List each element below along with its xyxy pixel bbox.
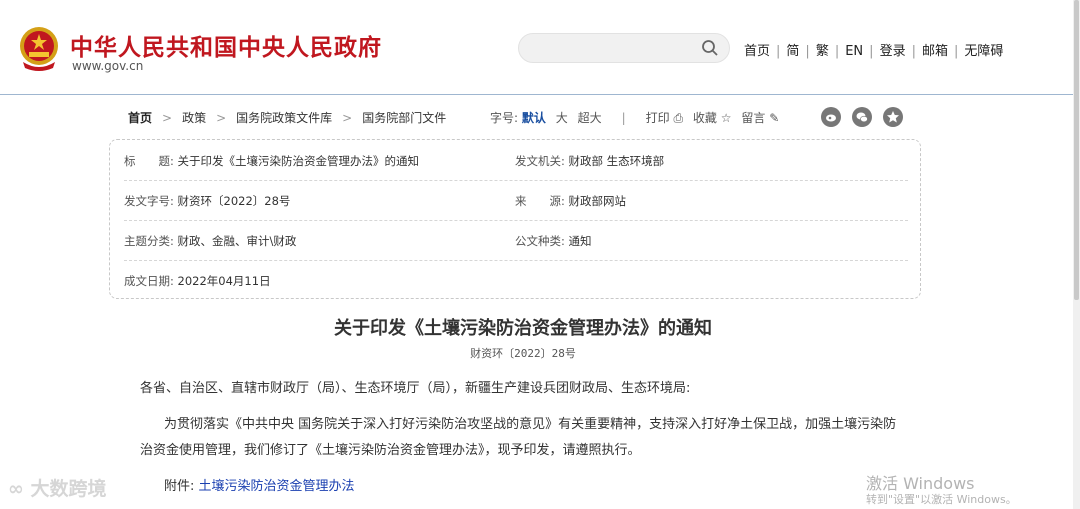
- pencil-icon[interactable]: ✎: [769, 111, 779, 125]
- attachment-link[interactable]: 土壤污染防治资金管理办法: [199, 479, 355, 494]
- info-issuer-value: 财政部 生态环境部: [568, 154, 665, 168]
- info-date-value: 2022年04月11日: [177, 274, 271, 288]
- star-outline-icon[interactable]: ☆: [721, 111, 732, 125]
- breadcrumb-policy[interactable]: 政策: [182, 111, 206, 125]
- info-title-row: 标 题: 关于印发《土壤污染防治资金管理办法》的通知: [124, 153, 419, 169]
- print-icon[interactable]: ⎙: [673, 111, 683, 125]
- info-divider: [124, 260, 908, 261]
- info-source-label: 来 源:: [515, 194, 565, 208]
- info-type-value: 通知: [568, 234, 592, 248]
- info-type-row: 公文种类: 通知: [515, 233, 592, 249]
- font-large-button[interactable]: 大: [556, 111, 568, 125]
- watermark-logo: ∞ 大数跨境: [8, 474, 106, 501]
- comment-button[interactable]: 留言: [741, 111, 765, 125]
- info-topic-value: 财政、金融、审计\财政: [177, 234, 297, 248]
- document-info-box: 标 题: 关于印发《土壤污染防治资金管理办法》的通知 发文机关: 财政部 生态环…: [109, 139, 921, 299]
- font-size-label: 字号:: [490, 111, 519, 125]
- nav-traditional[interactable]: 繁: [816, 44, 829, 59]
- windows-activation-subtitle: 转到"设置"以激活 Windows。: [866, 493, 1017, 506]
- breadcrumb: 首页 > 政策 > 国务院政策文件库 > 国务院部门文件: [128, 111, 447, 125]
- search-icon[interactable]: [701, 39, 719, 57]
- document-recipients: 各省、自治区、直辖市财政厅（局）、生态环境厅（局），新疆生产建设兵团财政局、生态…: [140, 381, 691, 396]
- info-title-value: 关于印发《土壤污染防治资金管理办法》的通知: [177, 154, 420, 168]
- print-button[interactable]: 打印: [646, 111, 670, 125]
- info-source-value: 财政部网站: [568, 194, 627, 208]
- info-docno-value: 财资环〔2022〕28号: [177, 194, 291, 208]
- font-xlarge-button[interactable]: 超大: [578, 111, 602, 125]
- info-date-label: 成文日期:: [124, 274, 174, 288]
- info-docno-row: 发文字号: 财资环〔2022〕28号: [124, 193, 290, 209]
- document-title: 关于印发《土壤污染防治资金管理办法》的通知: [334, 318, 712, 339]
- info-topic-row: 主题分类: 财政、金融、审计\财政: [124, 233, 296, 249]
- search-input[interactable]: [518, 33, 730, 63]
- watermark-bird-icon: ∞: [8, 478, 24, 500]
- national-emblem-icon[interactable]: [17, 26, 61, 72]
- weibo-share-icon[interactable]: [821, 107, 841, 127]
- document-number: 财资环〔2022〕28号: [470, 347, 576, 360]
- attachment-label: 附件:: [164, 479, 195, 494]
- document-body-line-1: 为贯彻落实《中共中央 国务院关于深入打好污染防治攻坚战的意见》有关重要精神，支持…: [164, 417, 897, 432]
- breadcrumb-home[interactable]: 首页: [128, 111, 152, 125]
- info-issuer-label: 发文机关:: [515, 154, 565, 168]
- favorites-share-icon[interactable]: [883, 107, 903, 127]
- site-header: 中华人民共和国中央人民政府 www.gov.cn 首页 | 简 | 繁 | EN | 登录 | 邮箱…: [0, 0, 1080, 94]
- nav-home[interactable]: 首页: [744, 44, 770, 59]
- site-title[interactable]: 中华人民共和国中央人民政府: [70, 28, 382, 62]
- info-docno-label: 发文字号:: [124, 194, 174, 208]
- nav-mail[interactable]: 邮箱: [922, 44, 948, 59]
- scrollbar-thumb[interactable]: [1074, 0, 1079, 300]
- info-type-label: 公文种类:: [515, 234, 565, 248]
- wechat-share-icon[interactable]: [852, 107, 872, 127]
- site-url[interactable]: www.gov.cn: [72, 59, 143, 73]
- breadcrumb-department-docs[interactable]: 国务院部门文件: [362, 111, 446, 125]
- article-tools: 字号: 默认 大 超大 | 打印 ⎙ 收藏 ☆ 留言 ✎: [490, 111, 780, 125]
- nav-accessibility[interactable]: 无障碍: [964, 44, 1003, 59]
- info-source-row: 来 源: 财政部网站: [515, 193, 626, 209]
- watermark-text: 大数跨境: [30, 478, 107, 500]
- nav-simplified[interactable]: 简: [786, 44, 799, 59]
- font-default-button[interactable]: 默认: [522, 111, 546, 125]
- attachment-row: 附件: 土壤污染防治资金管理办法: [164, 474, 934, 500]
- scrollbar[interactable]: [1073, 0, 1080, 509]
- header-divider: [0, 94, 1080, 95]
- info-title-label: 标 题:: [124, 154, 174, 168]
- info-date-row: 成文日期: 2022年04月11日: [124, 273, 271, 289]
- info-topic-label: 主题分类:: [124, 234, 174, 248]
- info-divider: [124, 180, 908, 181]
- info-issuer-row: 发文机关: 财政部 生态环境部: [515, 153, 664, 169]
- info-divider: [124, 220, 908, 221]
- top-navigation: 首页 | 简 | 繁 | EN | 登录 | 邮箱 | 无障碍: [744, 44, 1004, 59]
- nav-english[interactable]: EN: [845, 44, 863, 59]
- breadcrumb-policy-library[interactable]: 国务院政策文件库: [236, 111, 332, 125]
- favorite-button[interactable]: 收藏: [693, 111, 717, 125]
- nav-login[interactable]: 登录: [880, 44, 906, 59]
- document-body-line-2: 治资金使用管理，我们修订了《土壤污染防治资金管理办法》，现予印发，请遵照执行。: [140, 443, 641, 458]
